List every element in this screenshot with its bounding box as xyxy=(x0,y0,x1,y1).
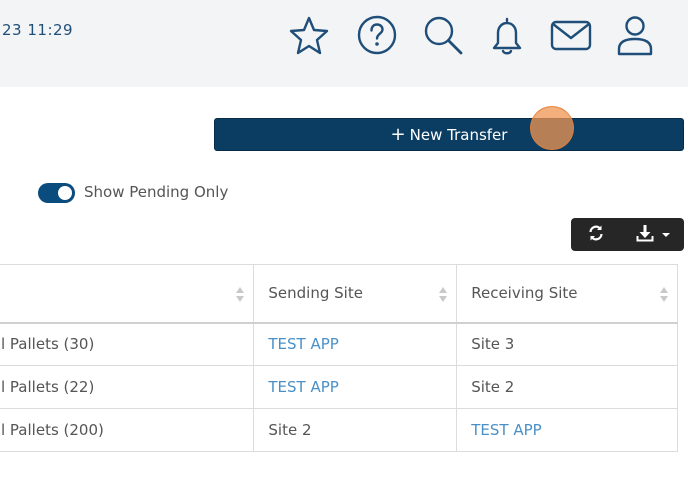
transfers-table: Sending Site Receiving Site l Pallets (3… xyxy=(0,264,678,452)
bell-icon[interactable] xyxy=(485,13,529,57)
receiving-site-text: Site 2 xyxy=(471,378,515,396)
star-icon[interactable] xyxy=(287,13,331,57)
datetime-display: 23 11:29 xyxy=(2,21,74,39)
table-row: l Pallets (30) TEST APP Site 3 xyxy=(0,322,678,366)
receiving-site-cell: Site 3 xyxy=(456,322,678,366)
show-pending-toggle[interactable] xyxy=(38,183,75,203)
description-cell: l Pallets (200) xyxy=(0,408,255,452)
column-header-description[interactable] xyxy=(0,264,255,324)
sending-site-text: Site 2 xyxy=(268,421,312,439)
receiving-site-text: Site 3 xyxy=(471,335,515,354)
receiving-site-cell: Site 2 xyxy=(456,365,678,409)
table-toolbar xyxy=(571,218,684,251)
refresh-icon xyxy=(587,224,605,246)
toggle-knob xyxy=(58,186,72,200)
sending-site-cell: TEST APP xyxy=(253,365,458,409)
table-header-row: Sending Site Receiving Site xyxy=(0,264,678,324)
receiving-site-link[interactable]: TEST APP xyxy=(471,421,541,439)
show-pending-label: Show Pending Only xyxy=(84,183,229,201)
new-transfer-button[interactable]: + New Transfer xyxy=(214,118,684,151)
search-icon[interactable] xyxy=(421,13,465,57)
column-header-sending-site[interactable]: Sending Site xyxy=(253,264,458,324)
mail-icon[interactable] xyxy=(549,13,593,57)
new-transfer-label: New Transfer xyxy=(409,125,508,144)
sending-site-link[interactable]: TEST APP xyxy=(268,378,338,396)
table-row: l Pallets (200) Site 2 TEST APP xyxy=(0,408,678,452)
description-cell: l Pallets (30) xyxy=(0,322,255,366)
sending-site-cell: Site 2 xyxy=(253,408,458,452)
download-icon xyxy=(636,224,654,246)
sort-icon xyxy=(236,287,245,303)
plus-icon: + xyxy=(390,123,406,145)
sort-icon xyxy=(660,287,669,303)
table-row: l Pallets (22) TEST APP Site 2 xyxy=(0,365,678,409)
cursor-indicator xyxy=(530,106,574,150)
column-header-receiving-site[interactable]: Receiving Site xyxy=(456,264,678,324)
description-cell: l Pallets (22) xyxy=(0,365,255,409)
help-icon[interactable] xyxy=(355,13,399,57)
sending-site-cell: TEST APP xyxy=(253,322,458,366)
top-bar: 23 11:29 xyxy=(0,0,688,87)
sending-site-link[interactable]: TEST APP xyxy=(268,335,338,353)
download-button[interactable] xyxy=(621,218,684,251)
user-icon[interactable] xyxy=(613,13,657,57)
chevron-down-icon xyxy=(661,232,670,237)
sort-icon xyxy=(439,287,448,303)
refresh-button[interactable] xyxy=(571,218,621,251)
receiving-site-cell: TEST APP xyxy=(456,408,678,452)
